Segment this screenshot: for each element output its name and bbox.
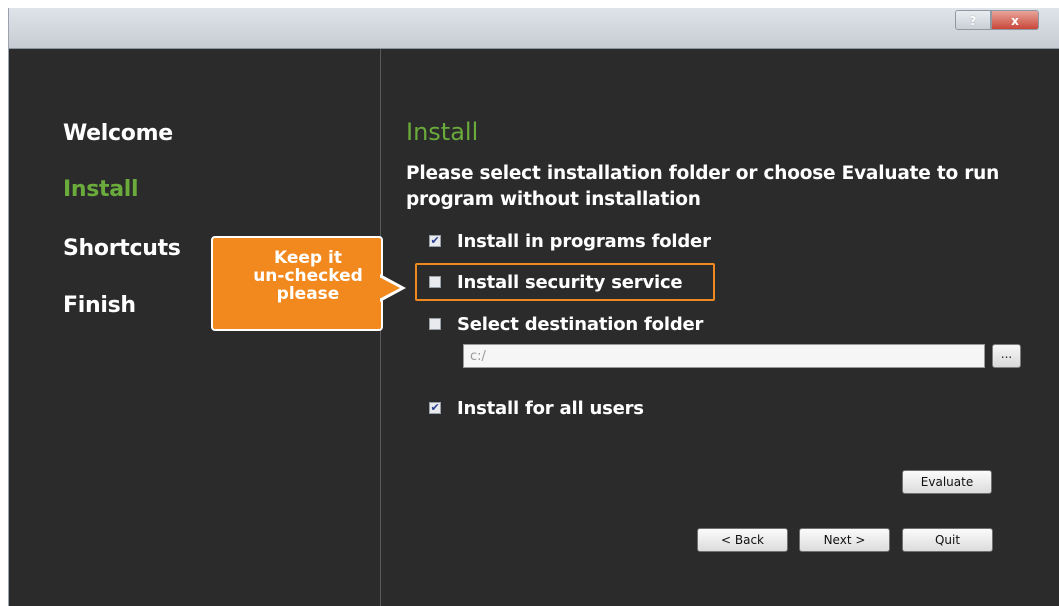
sidebar-item-finish: Finish (63, 293, 136, 318)
sidebar-item-install: Install (63, 177, 139, 202)
option-install-security-service[interactable]: Install security service (427, 269, 683, 295)
option-label: Select destination folder (457, 313, 704, 335)
option-select-destination-folder[interactable]: Select destination folder (427, 311, 703, 337)
evaluate-button[interactable]: Evaluate (902, 470, 992, 494)
page-title: Install (406, 118, 479, 146)
sidebar-item-welcome: Welcome (63, 121, 173, 146)
destination-folder-input[interactable] (463, 344, 985, 368)
page-description: Please select installation folder or cho… (406, 163, 1000, 210)
callout-line-1: Keep it (274, 248, 342, 268)
option-label: Install for all users (457, 397, 644, 419)
back-button[interactable]: < Back (697, 528, 788, 552)
option-label: Install security service (457, 271, 683, 293)
quit-button[interactable]: Quit (902, 528, 993, 552)
help-button[interactable]: ? (955, 10, 991, 30)
browse-button[interactable]: ... (992, 344, 1021, 368)
checkbox-checked-icon[interactable]: ✔ (429, 402, 441, 414)
checkbox-unchecked-icon[interactable] (429, 318, 441, 330)
sidebar-item-shortcuts: Shortcuts (63, 236, 181, 261)
option-install-programs-folder[interactable]: ✔ Install in programs folder (427, 228, 711, 254)
callout-line-2: un-checked (253, 266, 363, 286)
checkbox-checked-icon[interactable]: ✔ (429, 235, 441, 247)
option-install-for-all-users[interactable]: ✔ Install for all users (427, 395, 644, 421)
next-button[interactable]: Next > (799, 528, 890, 552)
checkbox-unchecked-icon[interactable] (429, 276, 441, 288)
option-label: Install in programs folder (457, 230, 711, 252)
callout-arrow-fill (379, 277, 400, 299)
title-bar: ? x (9, 8, 1059, 49)
close-button[interactable]: x (991, 10, 1039, 30)
annotation-callout: Keep it un-checked please (211, 236, 383, 331)
installer-window: ? x Welcome Install Shortcuts Finish Ins… (8, 8, 1059, 606)
callout-line-3: please (276, 284, 340, 304)
